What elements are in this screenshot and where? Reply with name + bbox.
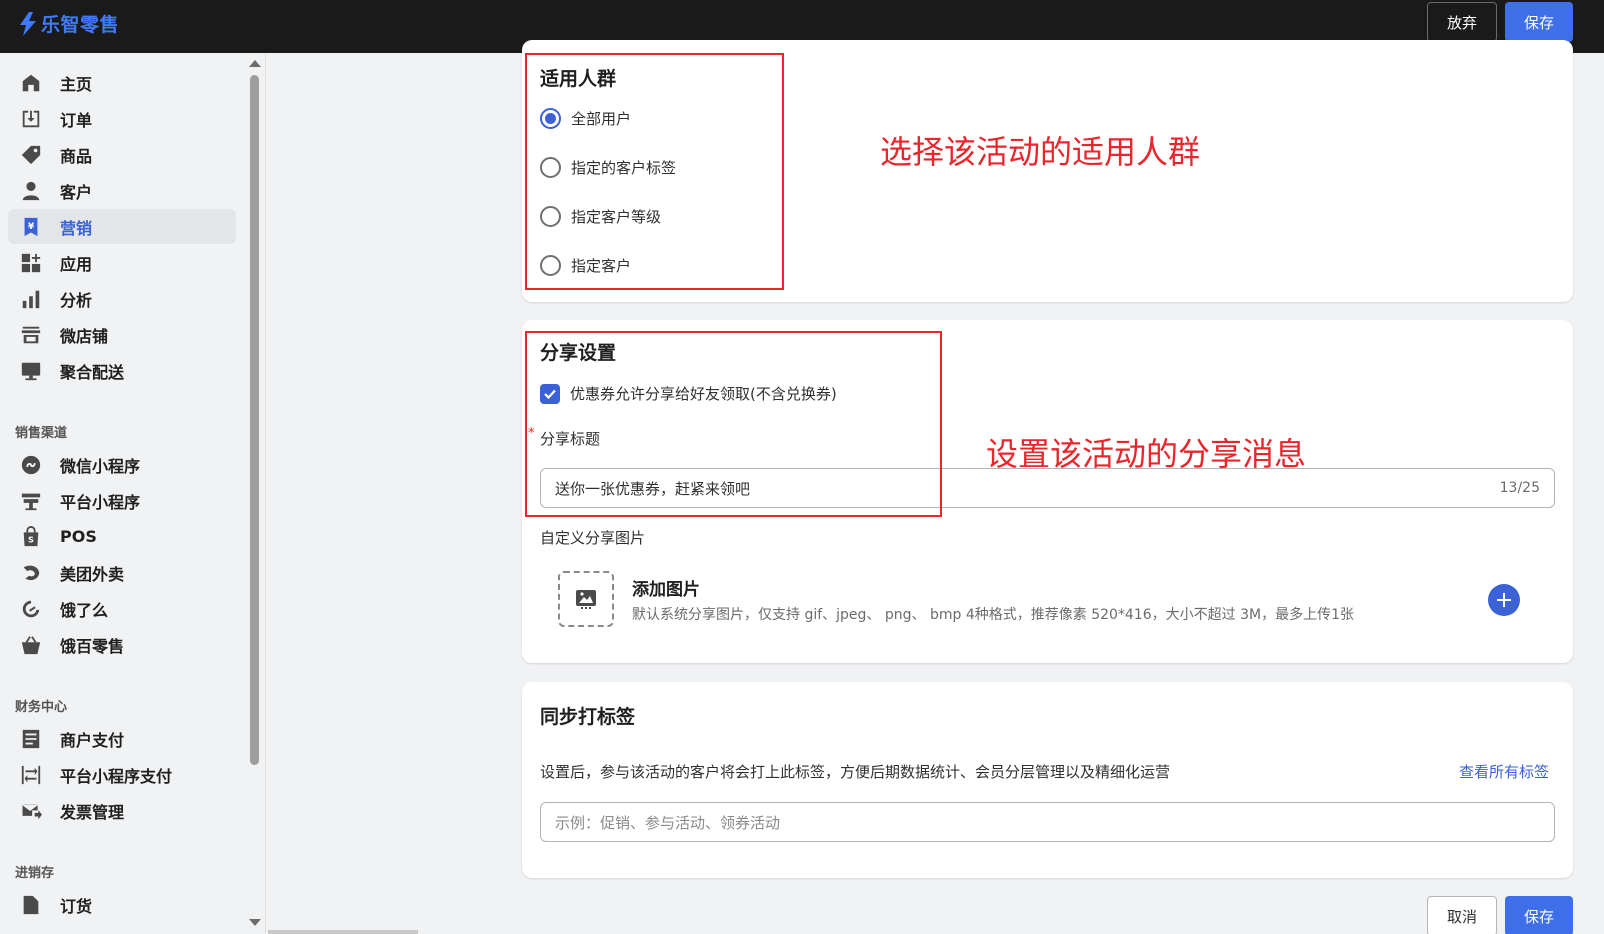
apps-grid-icon (20, 252, 42, 274)
sidebar-item-label: 应用 (60, 254, 93, 274)
annotation-box-audience (525, 53, 784, 290)
sidebar-item-label: 订单 (60, 110, 93, 130)
scrollbar-thumb[interactable] (250, 75, 259, 765)
sidebar-item-meituan[interactable]: 美团外卖 (8, 555, 236, 590)
sidebar-item-label: 饿百零售 (60, 636, 125, 656)
sidebar-item-wechat-mini[interactable]: 微信小程序 (8, 447, 236, 482)
image-upload-box[interactable] (558, 571, 614, 627)
tags-description: 设置后，参与该活动的客户将会打上此标签，方便后期数据统计、会员分层管理以及精细化… (540, 763, 1171, 781)
sidebar-item-eleme[interactable]: 饿了么 (8, 591, 236, 626)
svg-text:S: S (28, 534, 34, 544)
scroll-up-icon[interactable] (249, 60, 261, 67)
plus-icon (1497, 593, 1511, 607)
sidebar-item-label: 分析 (60, 290, 93, 310)
logo-icon (20, 11, 36, 36)
monitor-icon (20, 360, 42, 382)
sidebar-item-products[interactable]: 商品 (8, 137, 236, 172)
sidebar-item-label: 平台小程序 (60, 492, 141, 512)
sidebar-item-orders[interactable]: 订单 (8, 101, 236, 136)
sidebar-item-label: 主页 (60, 74, 93, 94)
document-icon (20, 894, 42, 916)
char-counter: 13/25 (1499, 480, 1540, 496)
sidebar-nav: 主页 订单 商品 客户 ¥ 营销 应用 分析 微店铺 聚合配送 销售渠道 微信小… (0, 53, 244, 934)
scroll-down-icon[interactable] (249, 919, 261, 926)
sidebar-item-home[interactable]: 主页 (8, 65, 236, 100)
sidebar-item-platform-mini[interactable]: 平台小程序 (8, 483, 236, 518)
annotation-box-share (525, 331, 942, 517)
sidebar-item-ordering[interactable]: 订货 (8, 887, 236, 922)
transfer-icon (20, 764, 42, 786)
annotation-audience-note: 选择该活动的适用人群 (880, 133, 1201, 171)
order-inbox-icon (20, 108, 42, 130)
sidebar-scrollbar[interactable] (244, 53, 266, 934)
annotation-share-note: 设置该活动的分享消息 (986, 435, 1307, 473)
save-button[interactable]: 保存 (1505, 2, 1573, 42)
mini-program-icon (20, 454, 42, 476)
svg-text:¥: ¥ (28, 220, 35, 231)
platform-icon (20, 490, 42, 512)
sidebar-item-label: 微信小程序 (60, 456, 141, 476)
sidebar-item-label: 发票管理 (60, 802, 125, 822)
shopping-bag-icon: S (20, 525, 42, 548)
section-label-sales-channels: 销售渠道 (15, 426, 68, 441)
sidebar-item-label: 聚合配送 (60, 362, 125, 382)
receipt-icon (20, 728, 42, 750)
input-placeholder: 示例：促销、参与活动、领券活动 (555, 813, 781, 832)
sidebar-item-pos[interactable]: S POS (8, 519, 236, 554)
sidebar-item-customers[interactable]: 客户 (8, 173, 236, 208)
app-logo[interactable]: 乐智零售 (18, 10, 119, 37)
sidebar-item-ebai[interactable]: 饿百零售 (8, 627, 236, 662)
sidebar-item-merchant-pay[interactable]: 商户支付 (8, 721, 236, 756)
sidebar-item-label: POS (60, 527, 97, 546)
sidebar-item-label: 订货 (60, 896, 93, 916)
custom-image-label: 自定义分享图片 (540, 529, 646, 547)
image-icon (576, 590, 596, 609)
eleme-icon (20, 598, 42, 620)
sidebar-item-analytics[interactable]: 分析 (8, 281, 236, 316)
basket-icon (20, 634, 42, 656)
sidebar-item-label: 商品 (60, 146, 93, 166)
meituan-icon (20, 562, 42, 584)
save-button-bottom[interactable]: 保存 (1505, 896, 1573, 934)
sidebar-item-label: 客户 (60, 182, 93, 202)
sidebar-item-delivery[interactable]: 聚合配送 (8, 353, 236, 388)
discard-button[interactable]: 放弃 (1427, 2, 1497, 42)
horizontal-scrollbar[interactable] (268, 930, 418, 934)
sync-tags-card: 同步打标签 设置后，参与该活动的客户将会打上此标签，方便后期数据统计、会员分层管… (522, 682, 1573, 878)
sidebar-item-label: 平台小程序支付 (60, 766, 173, 786)
yen-bookmark-icon: ¥ (20, 216, 42, 238)
sidebar-item-apps[interactable]: 应用 (8, 245, 236, 280)
sidebar-item-label: 商户支付 (60, 730, 125, 750)
add-image-hint: 默认系统分享图片，仅支持 gif、jpeg、 png、 bmp 4种格式，推荐像… (632, 607, 1354, 623)
tags-input[interactable]: 示例：促销、参与活动、领券活动 (540, 802, 1555, 842)
sidebar-item-label: 饿了么 (60, 600, 109, 620)
section-label-finance: 财务中心 (15, 700, 68, 715)
sidebar-item-marketing[interactable]: ¥ 营销 (8, 209, 236, 244)
view-all-tags-link[interactable]: 查看所有标签 (1459, 761, 1549, 782)
sidebar-item-platform-pay[interactable]: 平台小程序支付 (8, 757, 236, 792)
sidebar-item-label: 美团外卖 (60, 564, 125, 584)
person-icon (20, 180, 42, 202)
tag-icon (20, 144, 42, 166)
sidebar-item-micro-store[interactable]: 微店铺 (8, 317, 236, 352)
home-icon (20, 72, 42, 94)
tags-title: 同步打标签 (540, 706, 636, 728)
invoice-mail-icon (20, 800, 42, 822)
sidebar-item-label: 营销 (60, 218, 93, 238)
add-image-button[interactable] (1488, 584, 1520, 616)
bar-chart-icon (20, 288, 42, 310)
section-label-inventory: 进销存 (15, 866, 55, 881)
app-name: 乐智零售 (41, 14, 120, 36)
storefront-icon (20, 324, 42, 346)
add-image-title: 添加图片 (632, 580, 700, 600)
sidebar-item-label: 微店铺 (60, 326, 109, 346)
sidebar-item-invoices[interactable]: 发票管理 (8, 793, 236, 828)
cancel-button[interactable]: 取消 (1427, 896, 1497, 934)
